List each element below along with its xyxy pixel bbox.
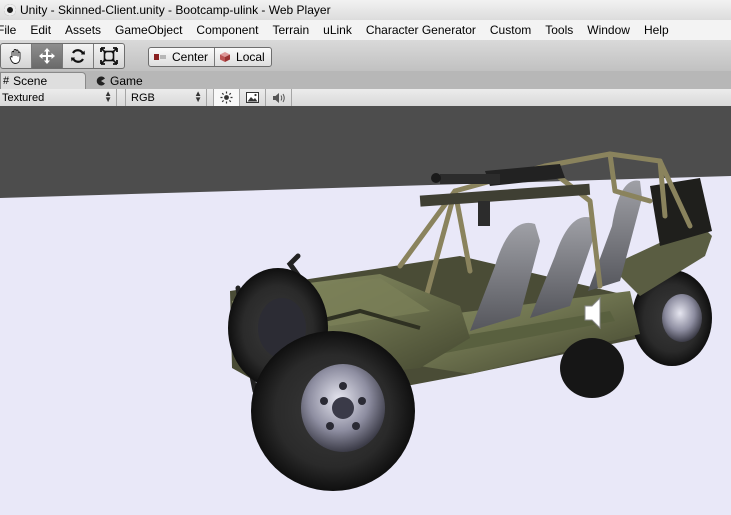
local-cube-icon	[220, 52, 231, 62]
scene-lighting-toggle[interactable]	[213, 89, 240, 106]
rotate-icon	[71, 49, 85, 63]
picture-icon	[246, 92, 259, 103]
scale-tool-button[interactable]	[94, 44, 124, 68]
tab-scene-label: Scene	[13, 74, 48, 88]
pivot-local-label: Local	[236, 50, 265, 64]
transform-tools	[0, 43, 125, 69]
pivot-center-button[interactable]: Center	[149, 48, 216, 66]
buggy-model	[228, 151, 712, 491]
menu-terrain[interactable]: Terrain	[265, 20, 316, 40]
hand-tool-button[interactable]	[1, 44, 32, 68]
speaker-icon	[272, 92, 285, 103]
sun-icon	[220, 91, 233, 104]
menu-window[interactable]: Window	[580, 20, 637, 40]
tab-scene[interactable]: # Scene	[0, 72, 86, 89]
scene-grid-icon: #	[3, 75, 10, 87]
draw-mode-dropdown[interactable]: Textured ▲ ▼	[0, 89, 117, 106]
menu-help[interactable]: Help	[637, 20, 676, 40]
menu-tools[interactable]: Tools	[538, 20, 580, 40]
dropdown-arrows-icon: ▲ ▼	[104, 89, 112, 104]
scene-viewport[interactable]	[0, 106, 731, 515]
menu-character-generator[interactable]: Character Generator	[359, 20, 483, 40]
scene-overlay-toggle[interactable]	[240, 89, 266, 106]
menu-assets[interactable]: Assets	[58, 20, 108, 40]
tab-game[interactable]: Game	[96, 72, 143, 89]
dropdown-arrows-icon: ▲ ▼	[194, 89, 202, 104]
menu-edit[interactable]: Edit	[23, 20, 58, 40]
tab-game-label: Game	[110, 73, 143, 88]
move-arrows-icon	[39, 48, 55, 64]
pivot-local-button[interactable]: Local	[215, 48, 271, 66]
menu-ulink[interactable]: uLink	[316, 20, 359, 40]
main-toolbar: Center Local	[0, 40, 731, 72]
menu-gameobject[interactable]: GameObject	[108, 20, 189, 40]
render-mode-dropdown[interactable]: RGB ▲ ▼	[125, 89, 207, 106]
scene-audio-toggle[interactable]	[266, 89, 292, 106]
window-titlebar: Unity - Skinned-Client.unity - Bootcamp-…	[0, 0, 731, 21]
window-title: Unity - Skinned-Client.unity - Bootcamp-…	[20, 3, 331, 17]
scene-render	[0, 106, 731, 491]
game-pacman-icon	[96, 76, 105, 85]
draw-mode-value: Textured	[2, 91, 45, 104]
hand-icon	[9, 49, 21, 64]
horizon-backdrop	[0, 106, 731, 198]
render-mode-value: RGB	[131, 91, 155, 104]
menu-custom[interactable]: Custom	[483, 20, 538, 40]
scene-view-controls: Textured ▲ ▼ RGB ▲ ▼	[0, 89, 731, 107]
pivot-center-label: Center	[172, 50, 209, 64]
menu-file[interactable]: File	[0, 20, 23, 40]
menu-component[interactable]: Component	[189, 20, 265, 40]
scale-icon	[100, 47, 118, 65]
pivot-center-icon	[154, 54, 166, 60]
rotate-tool-button[interactable]	[63, 44, 94, 68]
pivot-toggles: Center Local	[148, 47, 272, 67]
view-tabstrip: # Scene Game	[0, 71, 731, 89]
menu-bar: File Edit Assets GameObject Component Te…	[0, 20, 731, 40]
move-tool-button[interactable]	[32, 44, 63, 68]
unity-logo-icon	[4, 4, 16, 16]
